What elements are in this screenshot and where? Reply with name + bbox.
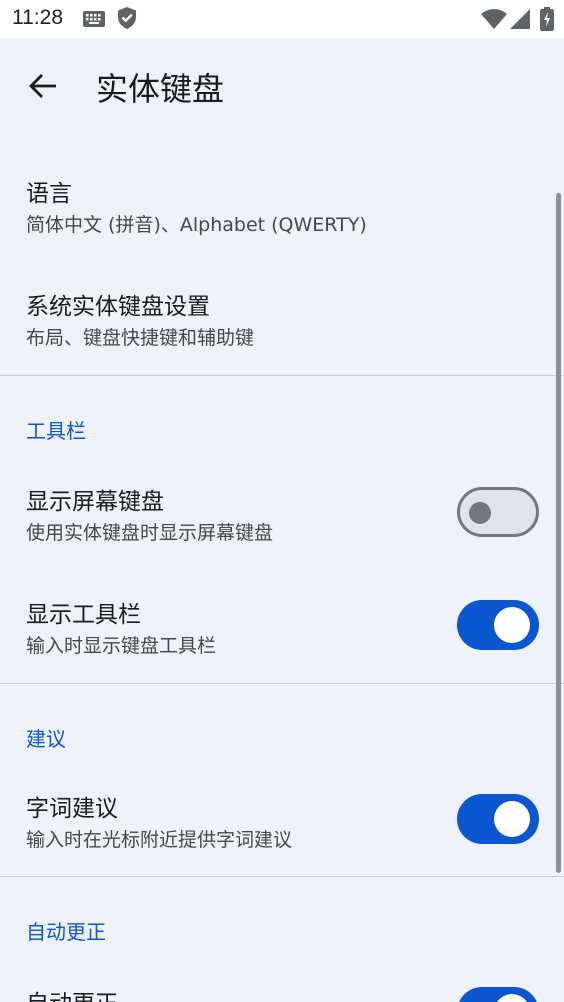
section-header-autocorrect: 自动更正 [26,920,106,944]
signal-icon [510,9,530,33]
section-header-suggestions: 建议 [26,727,66,751]
wifi-icon [481,9,507,33]
page-title: 实体键盘 [96,70,225,108]
system-keyboard-settings-item[interactable]: 系统实体键盘设置 布局、键盘快捷键和辅助键 [0,273,556,373]
word-suggestions-title: 字词建议 [26,796,118,822]
back-button[interactable] [18,66,68,110]
scrollbar[interactable] [556,193,561,873]
status-bar: 11:28 [0,0,564,38]
show-toolbar-switch[interactable] [457,600,539,650]
switch-thumb [494,607,530,643]
show-onscreen-keyboard-switch[interactable] [457,487,539,537]
divider [0,683,564,684]
show-toolbar-title: 显示工具栏 [26,602,141,628]
autocorrect-title: 自动更正 [26,984,118,1002]
show-onscreen-keyboard-summary: 使用实体键盘时显示屏幕键盘 [26,522,274,544]
language-summary: 简体中文 (拼音)、Alphabet (QWERTY) [26,214,367,236]
status-time: 11:28 [12,6,63,29]
switch-thumb [494,994,530,1002]
app-bar: 实体键盘 [0,38,564,138]
screen: 11:28 实体键盘 语言 简体中文 (拼音)、Alphabet (QWERTY… [0,0,564,1002]
battery-charging-icon [540,7,554,35]
section-header-toolbar: 工具栏 [26,419,86,443]
language-item[interactable]: 语言 简体中文 (拼音)、Alphabet (QWERTY) [0,160,556,260]
system-keyboard-settings-summary: 布局、键盘快捷键和辅助键 [26,327,255,349]
arrow-back-icon [29,73,57,103]
show-toolbar-summary: 输入时显示键盘工具栏 [26,635,217,657]
system-keyboard-settings-title: 系统实体键盘设置 [26,294,210,320]
shield-check-icon [117,7,137,33]
show-onscreen-keyboard-title: 显示屏幕键盘 [26,489,164,515]
word-suggestions-summary: 输入时在光标附近提供字词建议 [26,829,293,851]
divider [0,375,564,376]
language-title: 语言 [26,181,72,207]
switch-thumb [469,502,491,524]
word-suggestions-switch[interactable] [457,794,539,844]
switch-thumb [494,801,530,837]
keyboard-icon [83,11,105,31]
divider [0,876,564,877]
